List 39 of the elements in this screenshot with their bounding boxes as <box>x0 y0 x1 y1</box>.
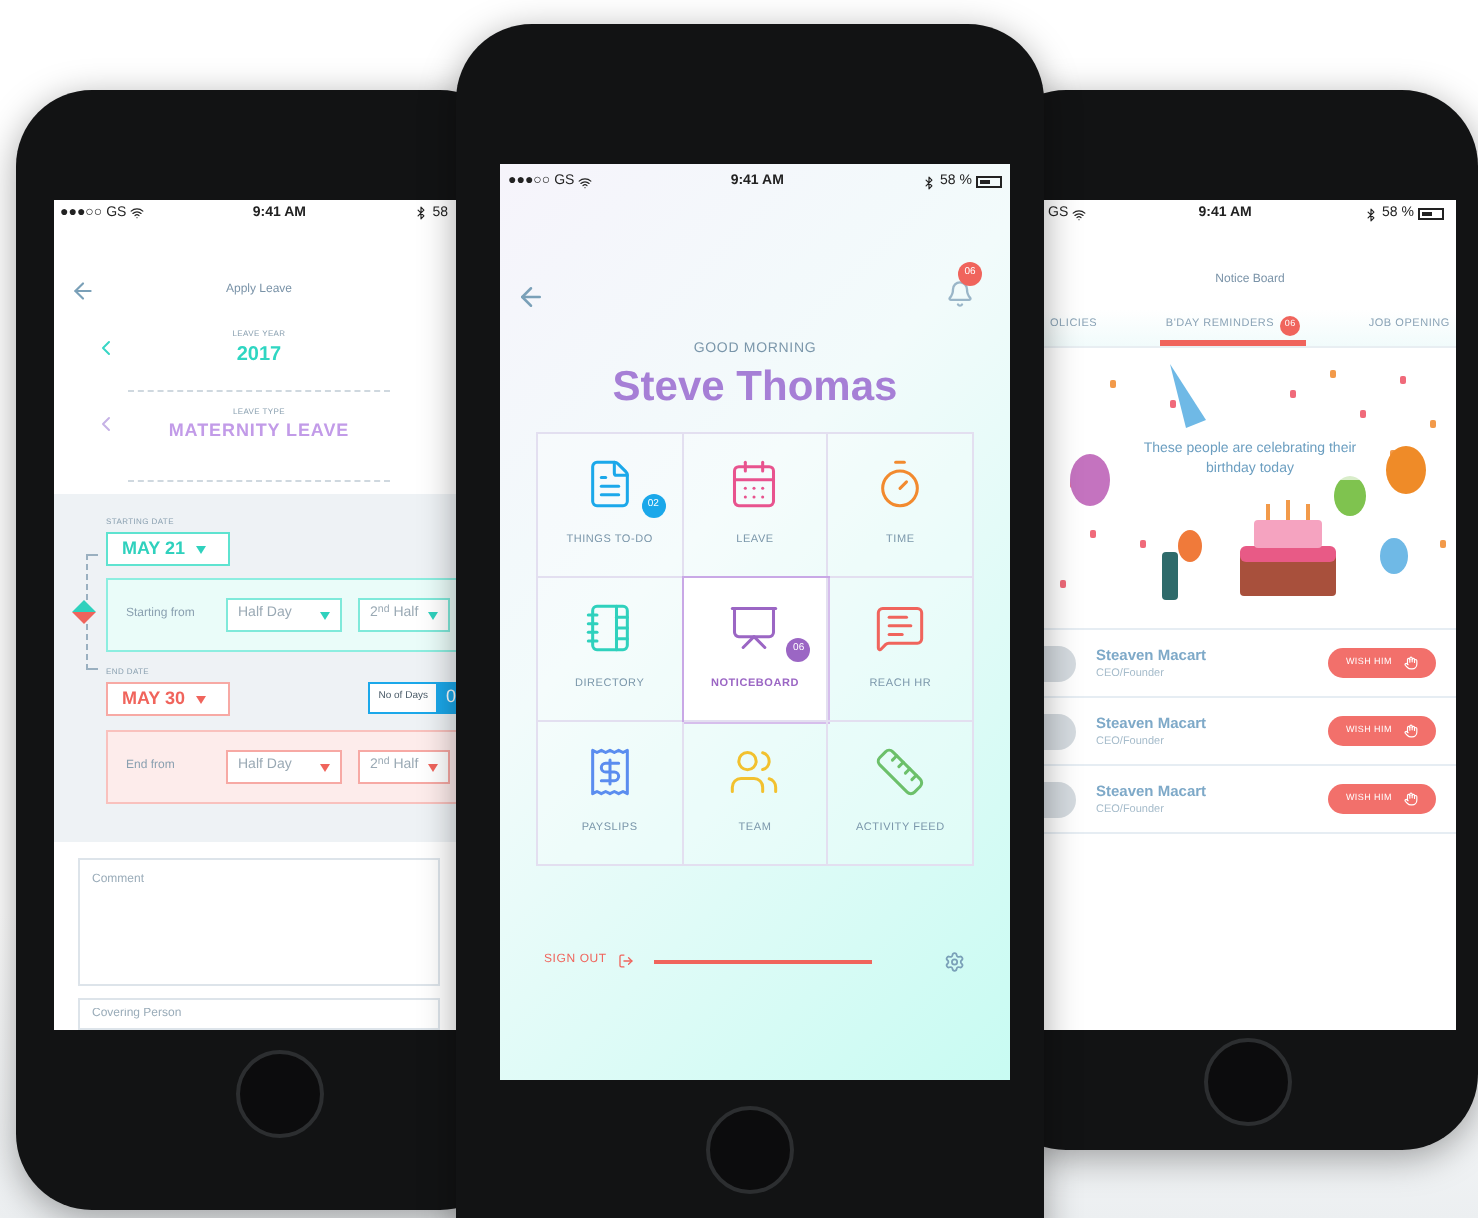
sign-out-icon[interactable] <box>618 952 635 970</box>
people-icon <box>728 746 781 799</box>
home-button[interactable] <box>236 1050 324 1138</box>
timeline-diamond-icon <box>72 600 96 625</box>
hands-icon <box>1404 724 1418 738</box>
battery-icon <box>975 176 1002 188</box>
caret-icon <box>195 695 206 704</box>
caret-icon <box>428 763 438 772</box>
bluetooth-icon <box>414 206 429 221</box>
calendar-icon <box>728 458 781 511</box>
wifi-icon <box>578 175 593 189</box>
bluetooth-icon <box>1364 207 1379 221</box>
home-button[interactable] <box>1204 1038 1292 1126</box>
back-icon[interactable] <box>70 278 96 305</box>
caret-icon <box>320 763 330 772</box>
speech-bubble-icon <box>874 602 927 655</box>
hands-icon <box>1404 656 1418 670</box>
bell-icon[interactable] <box>946 280 974 308</box>
leave-type-value: MATERNITY LEAVE <box>168 417 350 444</box>
battery-icon <box>1418 208 1444 220</box>
caret-icon <box>195 545 206 554</box>
easel-board-icon <box>728 602 781 655</box>
ruler-icon <box>874 746 927 799</box>
avatar <box>1044 645 1076 681</box>
start-date-field[interactable]: MAY 21 <box>106 532 230 567</box>
leave-year-value: 2017 <box>236 341 282 370</box>
caret-icon <box>428 611 438 620</box>
wifi-icon <box>1072 207 1087 221</box>
settings-icon[interactable] <box>944 949 966 973</box>
hands-icon <box>1404 792 1418 806</box>
avatar <box>1044 713 1076 749</box>
home-button[interactable] <box>706 1106 794 1194</box>
user-name: Steve Thomas <box>612 361 898 413</box>
avatar <box>1044 781 1076 817</box>
wifi-icon <box>130 206 145 221</box>
bluetooth-icon <box>922 175 937 189</box>
caret-icon <box>320 611 330 620</box>
back-icon[interactable] <box>516 281 546 311</box>
end-date-field[interactable]: MAY 30 <box>106 682 230 717</box>
